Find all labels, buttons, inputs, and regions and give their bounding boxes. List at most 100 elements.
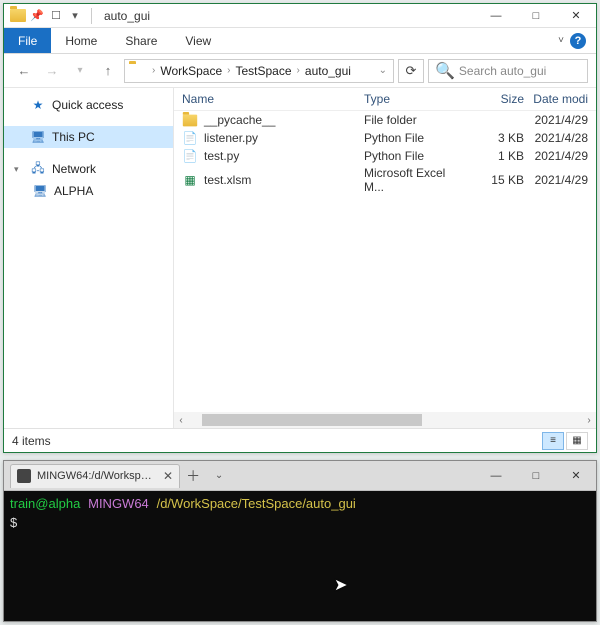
ribbon: File Home Share View ˅ ? [4, 28, 596, 54]
nav-label: Network [52, 162, 96, 176]
file-row[interactable]: 📄listener.py Python File 3 KB 2021/4/28 [174, 129, 596, 147]
ribbon-right: ˅ ? [558, 28, 596, 53]
file-name: __pycache__ [204, 113, 275, 127]
scrollbar-thumb[interactable] [202, 414, 422, 426]
close-button[interactable]: ✕ [556, 461, 596, 490]
file-date: 2021/4/28 [524, 131, 588, 145]
help-icon[interactable]: ? [570, 33, 586, 49]
breadcrumb-segment[interactable]: WorkSpace [158, 64, 224, 78]
file-type: File folder [364, 113, 464, 127]
file-row[interactable]: ▦test.xlsm Microsoft Excel M... 15 KB 20… [174, 165, 596, 195]
scrollbar-track[interactable] [202, 413, 568, 427]
nav-network-child[interactable]: 🖥 ALPHA [4, 180, 173, 202]
chevron-right-icon[interactable]: › [294, 65, 303, 76]
terminal-window: MINGW64:/d/Workspace/TestS ✕ ＋ ⌄ — □ ✕ t… [3, 460, 597, 622]
breadcrumb-dropdown-icon[interactable]: ⌄ [373, 65, 393, 76]
python-file-icon: 📄 [182, 148, 198, 164]
window-controls: — □ ✕ [476, 4, 596, 27]
file-size: 3 KB [464, 131, 524, 145]
prompt-system: MINGW64 [88, 496, 149, 511]
scroll-left-icon[interactable]: ‹ [174, 415, 188, 426]
pc-icon: 🖥 [30, 129, 46, 145]
window-title: auto_gui [104, 9, 150, 23]
maximize-button[interactable]: □ [516, 4, 556, 27]
file-size: 1 KB [464, 149, 524, 163]
ribbon-file-tab[interactable]: File [4, 28, 51, 53]
up-button[interactable]: ↑ [96, 59, 120, 83]
nav-label: This PC [52, 130, 95, 144]
text-cursor [25, 515, 30, 529]
scroll-right-icon[interactable]: › [582, 415, 596, 426]
search-box[interactable]: 🔍 [428, 59, 588, 83]
tab-dropdown-icon[interactable]: ⌄ [206, 470, 232, 481]
pin-icon[interactable]: 📌 [29, 8, 45, 24]
horizontal-scrollbar[interactable]: ‹ › [174, 412, 596, 428]
network-icon: 🖧 [30, 161, 46, 177]
new-tab-button[interactable]: ＋ [180, 466, 206, 486]
breadcrumb[interactable]: › WorkSpace › TestSpace › auto_gui ⌄ [124, 59, 394, 83]
navigation-pane: ★ Quick access 🖥 This PC ▾ 🖧 Network 🖥 A… [4, 88, 174, 428]
folder-icon [182, 112, 198, 128]
app-icon [10, 8, 26, 24]
terminal-titlebar[interactable]: MINGW64:/d/Workspace/TestS ✕ ＋ ⌄ — □ ✕ [4, 461, 596, 491]
ribbon-home-tab[interactable]: Home [51, 28, 111, 53]
separator [91, 8, 92, 24]
close-tab-icon[interactable]: ✕ [163, 469, 173, 483]
breadcrumb-segment[interactable]: TestSpace [234, 64, 294, 78]
quick-access-toolbar: 📌 ☐ ▾ auto_gui [4, 4, 150, 27]
terminal-tab[interactable]: MINGW64:/d/Workspace/TestS ✕ [10, 464, 180, 488]
nav-quick-access[interactable]: ★ Quick access [4, 94, 173, 116]
ribbon-expand-icon[interactable]: ˅ [558, 35, 564, 46]
search-input[interactable] [459, 64, 581, 78]
ribbon-share-tab[interactable]: Share [111, 28, 171, 53]
chevron-right-icon[interactable]: › [149, 65, 158, 76]
details-view-button[interactable]: ≡ [542, 432, 564, 450]
excel-file-icon: ▦ [182, 172, 198, 188]
file-date: 2021/4/29 [524, 113, 588, 127]
star-icon: ★ [30, 97, 46, 113]
terminal-icon [17, 469, 31, 483]
column-size[interactable]: Size [464, 92, 524, 106]
close-button[interactable]: ✕ [556, 4, 596, 27]
column-name[interactable]: Name [182, 92, 364, 106]
column-date[interactable]: Date modi [524, 92, 588, 106]
file-name: test.xlsm [204, 173, 251, 187]
minimize-button[interactable]: — [476, 461, 516, 490]
ribbon-view-tab[interactable]: View [171, 28, 225, 53]
prompt-user: train@alpha [10, 496, 80, 511]
prompt-symbol: $ [10, 515, 17, 530]
file-date: 2021/4/29 [524, 173, 588, 187]
view-mode-buttons: ≡ ▦ [542, 432, 588, 450]
terminal-body[interactable]: train@alpha MINGW64 /d/WorkSpace/TestSpa… [4, 491, 596, 621]
maximize-button[interactable]: □ [516, 461, 556, 490]
nav-this-pc[interactable]: 🖥 This PC [4, 126, 173, 148]
file-list[interactable]: __pycache__ File folder 2021/4/29 📄liste… [174, 111, 596, 412]
breadcrumb-segment[interactable]: auto_gui [303, 64, 353, 78]
column-headers[interactable]: Name Type Size Date modi [174, 88, 596, 111]
file-name: listener.py [204, 131, 258, 145]
address-bar: ← → ▾ ↑ › WorkSpace › TestSpace › auto_g… [4, 54, 596, 88]
thumbnails-view-button[interactable]: ▦ [566, 432, 588, 450]
refresh-button[interactable]: ⟳ [398, 59, 424, 83]
explorer-body: ★ Quick access 🖥 This PC ▾ 🖧 Network 🖥 A… [4, 88, 596, 428]
nav-network[interactable]: ▾ 🖧 Network [4, 158, 173, 180]
qat-dropdown-icon[interactable]: ▾ [67, 8, 83, 24]
nav-label: ALPHA [54, 184, 93, 198]
prompt-path: /d/WorkSpace/TestSpace/auto_gui [157, 496, 356, 511]
search-icon: 🔍 [435, 61, 455, 81]
file-type: Microsoft Excel M... [364, 166, 464, 194]
properties-icon[interactable]: ☐ [48, 8, 64, 24]
file-explorer-window: 📌 ☐ ▾ auto_gui — □ ✕ File Home Share Vie… [3, 3, 597, 453]
nav-label: Quick access [52, 98, 123, 112]
file-row[interactable]: __pycache__ File folder 2021/4/29 [174, 111, 596, 129]
column-type[interactable]: Type [364, 92, 464, 106]
forward-button[interactable]: → [40, 59, 64, 83]
chevron-right-icon[interactable]: › [224, 65, 233, 76]
back-button[interactable]: ← [12, 59, 36, 83]
recent-locations-button[interactable]: ▾ [68, 59, 92, 83]
terminal-window-controls: — □ ✕ [476, 461, 596, 490]
titlebar[interactable]: 📌 ☐ ▾ auto_gui — □ ✕ [4, 4, 596, 28]
file-row[interactable]: 📄test.py Python File 1 KB 2021/4/29 [174, 147, 596, 165]
minimize-button[interactable]: — [476, 4, 516, 27]
collapse-icon[interactable]: ▾ [14, 164, 24, 175]
